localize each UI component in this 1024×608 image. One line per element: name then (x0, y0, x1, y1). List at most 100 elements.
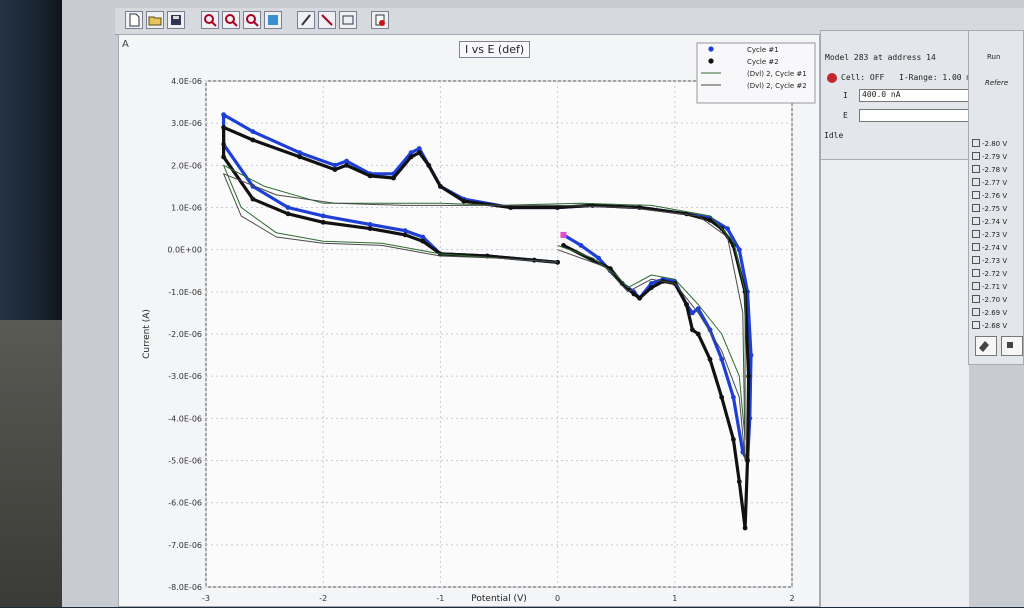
y-tick-label: 4.0E-06 (171, 77, 202, 86)
sequence-checkbox[interactable] (972, 256, 980, 264)
data-point (344, 158, 349, 164)
model-label: Model 283 at address 14 (825, 53, 936, 62)
sequence-item[interactable]: -2.74 V (972, 217, 1007, 226)
sequence-checkbox[interactable] (972, 191, 980, 199)
y-tick-label: -5.0E-06 (168, 457, 202, 466)
data-point (221, 125, 226, 130)
record-icon[interactable] (371, 11, 389, 29)
zoom-in-icon[interactable] (201, 11, 219, 29)
data-point (461, 198, 467, 204)
data-point (332, 167, 338, 173)
sequence-checkbox[interactable] (972, 243, 980, 251)
sequence-value: -2.79 V (982, 153, 1008, 161)
stop-button[interactable] (1001, 336, 1023, 356)
desk-background (0, 320, 62, 607)
sequence-item[interactable]: -2.73 V (972, 230, 1007, 239)
reference-label: Refere (985, 79, 1009, 87)
sequence-checkbox[interactable] (972, 217, 980, 225)
data-point (649, 285, 654, 290)
sequence-item[interactable]: -2.73 V (972, 256, 1007, 265)
sequence-checkbox[interactable] (972, 152, 980, 160)
sequence-value: -2.69 V (982, 309, 1008, 317)
zoom-out-icon[interactable] (243, 11, 261, 29)
sequence-item[interactable]: -2.68 V (972, 321, 1007, 330)
open-folder-icon[interactable] (146, 11, 164, 29)
data-point (695, 331, 701, 337)
sequence-checkbox[interactable] (972, 139, 980, 147)
zoom-in-plus-icon[interactable] (222, 11, 240, 29)
y-tick-label: 3.0E-06 (171, 119, 202, 128)
data-point (745, 458, 750, 463)
data-point (578, 243, 584, 248)
current-value: 400.0 nA (862, 90, 901, 99)
sequence-value: -2.78 V (982, 166, 1008, 174)
data-point (742, 525, 748, 531)
y-axis-label: Current (A) (142, 309, 152, 359)
plot-window: A I vs E (def) 4.0E-06 3.0E-06 2.0E-06 1.0E… (118, 34, 820, 607)
sequence-item[interactable]: -2.79 V (972, 152, 1007, 161)
sequence-item[interactable]: -2.74 V (972, 243, 1007, 252)
data-point (221, 154, 226, 160)
new-file-icon[interactable] (125, 11, 143, 29)
potential-field[interactable] (859, 109, 971, 122)
cursor-icon[interactable] (318, 11, 336, 29)
sequence-checkbox[interactable] (972, 282, 980, 290)
data-point (631, 291, 637, 297)
sequence-value: -2.72 V (982, 270, 1008, 278)
data-point (438, 184, 443, 189)
data-point (250, 129, 256, 134)
zoom-fit-icon[interactable] (264, 11, 282, 29)
data-point (684, 302, 689, 307)
data-point (707, 217, 713, 223)
data-point (719, 356, 725, 362)
sequence-checkbox[interactable] (972, 230, 980, 238)
cell-status: Cell: OFF (841, 73, 885, 82)
data-point (690, 327, 695, 333)
sequence-item[interactable]: -2.80 V (972, 139, 1007, 148)
sequence-value: -2.74 V (982, 244, 1008, 252)
current-field[interactable]: 400.0 nA (859, 89, 971, 102)
sequence-item[interactable]: -2.76 V (972, 191, 1007, 200)
annotate-icon[interactable] (339, 11, 357, 29)
data-point (402, 228, 408, 234)
eraser-icon (979, 341, 989, 352)
data-point (285, 211, 291, 217)
data-point (416, 146, 422, 151)
data-point (367, 173, 373, 179)
blank-area (820, 160, 969, 607)
sequence-checkbox[interactable] (972, 295, 980, 303)
sequence-value: -2.74 V (982, 218, 1008, 226)
sequence-item[interactable]: -2.72 V (972, 269, 1007, 278)
data-point (420, 238, 426, 244)
idle-status: Idle (824, 131, 844, 140)
run-tab[interactable]: Run (987, 53, 1000, 61)
eraser-button[interactable] (975, 336, 997, 356)
data-point (391, 175, 396, 181)
sequence-item[interactable]: -2.77 V (972, 178, 1007, 187)
sequence-value: -2.73 V (982, 231, 1008, 239)
sequence-checkbox[interactable] (972, 165, 980, 173)
sequence-checkbox[interactable] (972, 308, 980, 316)
pen-icon[interactable] (297, 11, 315, 29)
y-tick-label: -7.0E-06 (168, 541, 202, 550)
sequence-item[interactable]: -2.71 V (972, 282, 1007, 291)
sequence-checkbox[interactable] (972, 269, 980, 277)
y-tick-label: -4.0E-06 (168, 414, 202, 423)
sequence-item[interactable]: -2.69 V (972, 308, 1007, 317)
legend-label: (Dvl) 2, Cycle #1 (747, 70, 807, 78)
y-tick-label: 2.0E-06 (171, 161, 202, 170)
sequence-item[interactable]: -2.78 V (972, 165, 1007, 174)
data-point (426, 162, 432, 168)
current-label: I (843, 91, 848, 100)
irange-label: I-Range: 1.00 m (899, 73, 972, 82)
sequence-checkbox[interactable] (972, 204, 980, 212)
sequence-checkbox[interactable] (972, 321, 980, 329)
sequence-value: -2.73 V (982, 257, 1008, 265)
save-icon[interactable] (167, 11, 185, 29)
sequence-item[interactable]: -2.70 V (972, 295, 1007, 304)
sequence-item[interactable]: -2.75 V (972, 204, 1007, 213)
sequence-checkbox[interactable] (972, 178, 980, 186)
data-point (725, 226, 730, 232)
stop-icon (1007, 342, 1013, 348)
data-point (736, 247, 742, 253)
